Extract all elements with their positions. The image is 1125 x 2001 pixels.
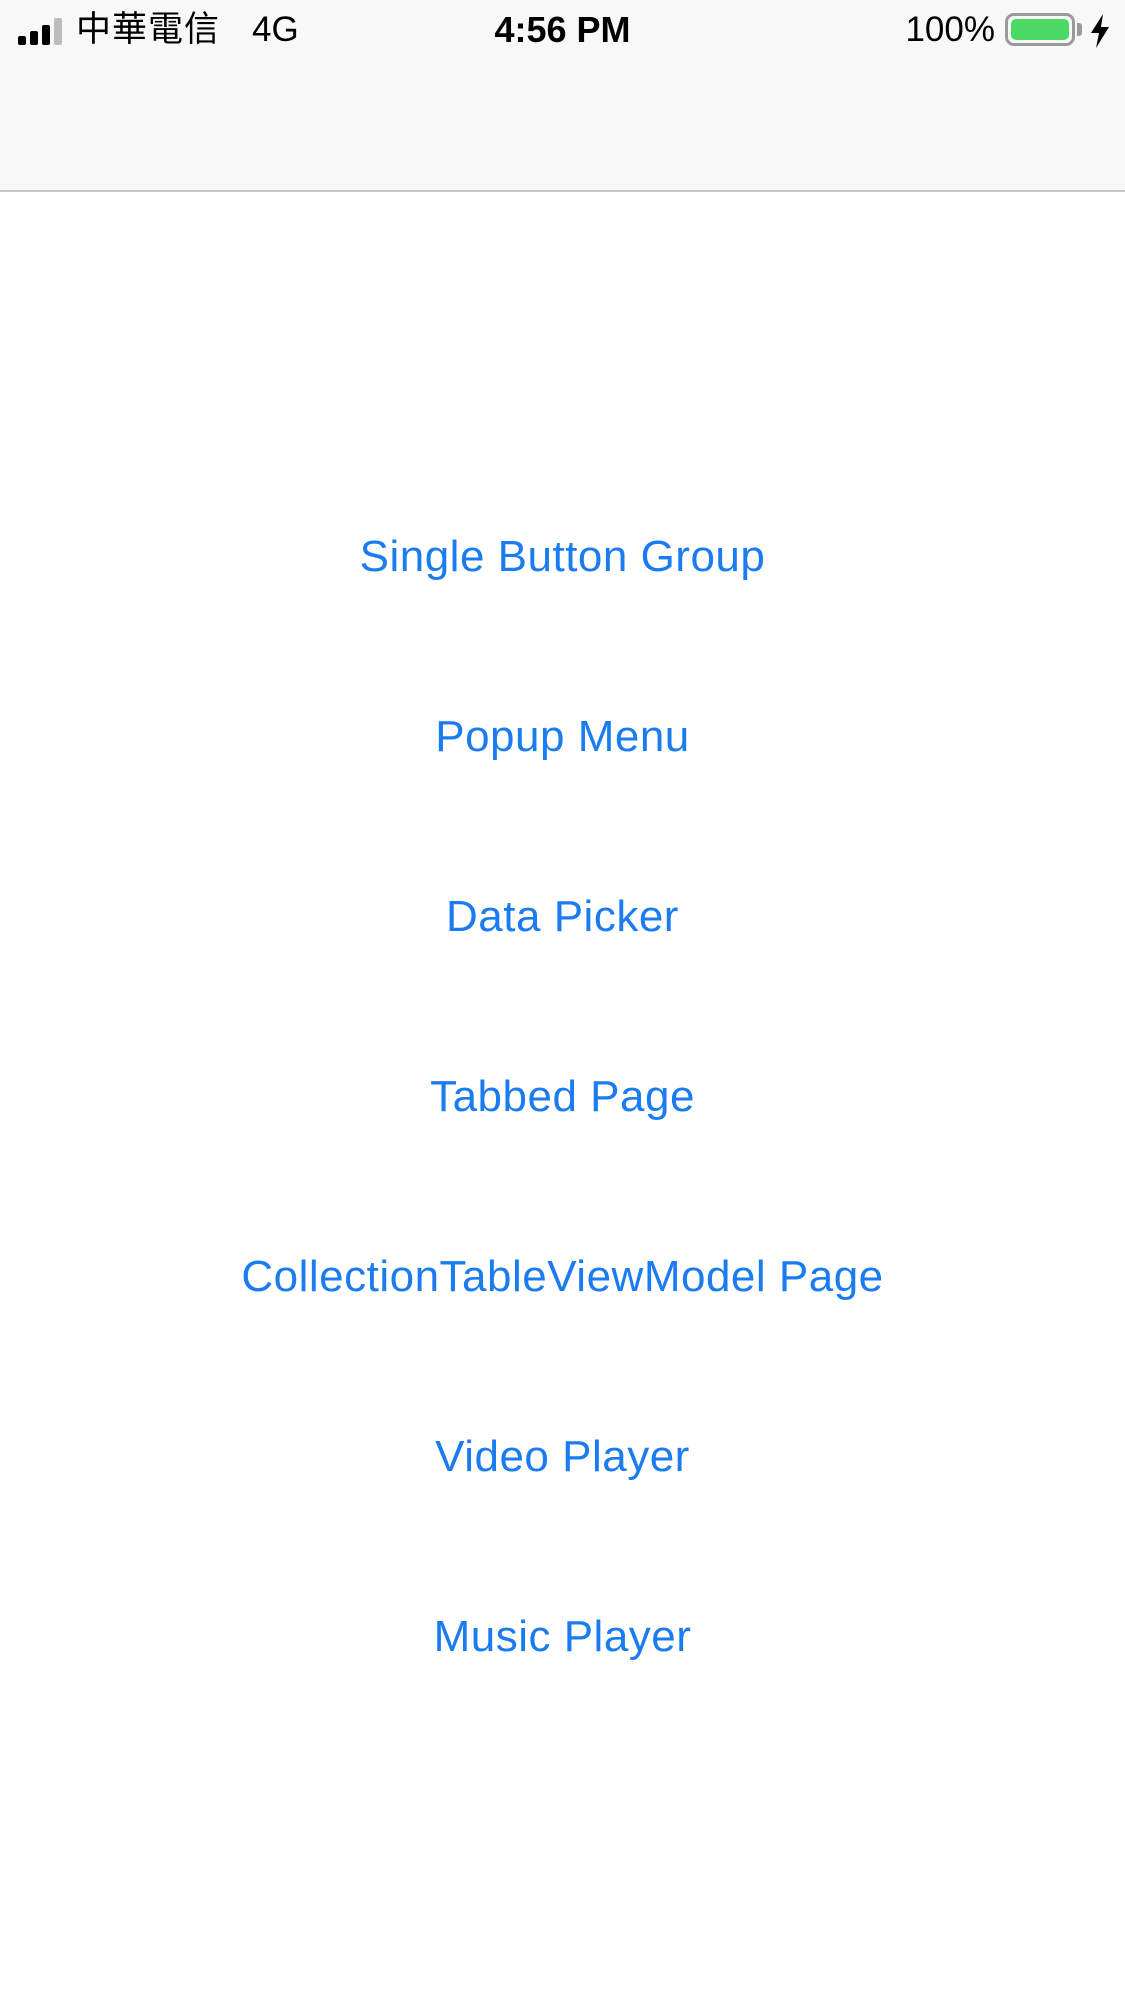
video-player-button[interactable]: Video Player: [0, 1407, 1125, 1507]
battery-fill: [1011, 19, 1069, 40]
data-picker-button[interactable]: Data Picker: [0, 867, 1125, 967]
battery-icon: [1005, 13, 1075, 46]
navigation-bar: 中華電信 4G 4:56 PM 100%: [0, 0, 1125, 192]
app-screen: 中華電信 4G 4:56 PM 100% Single Button Group…: [0, 0, 1125, 2001]
collection-table-view-model-page-button[interactable]: CollectionTableViewModel Page: [0, 1227, 1125, 1327]
tabbed-page-button[interactable]: Tabbed Page: [0, 1047, 1125, 1147]
music-player-button[interactable]: Music Player: [0, 1587, 1125, 1687]
battery-cap: [1077, 23, 1082, 36]
battery-percentage: 100%: [905, 10, 995, 49]
charging-bolt-icon: [1091, 14, 1109, 48]
popup-menu-button[interactable]: Popup Menu: [0, 687, 1125, 787]
single-button-group-button[interactable]: Single Button Group: [0, 507, 1125, 607]
status-bar: 中華電信 4G 4:56 PM 100%: [0, 0, 1125, 62]
